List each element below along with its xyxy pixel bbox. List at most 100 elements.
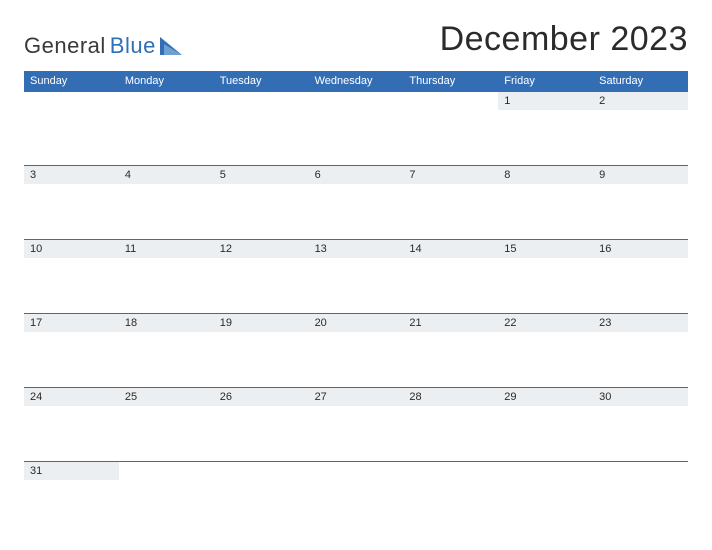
day-cell: 30 <box>593 388 688 461</box>
day-cell: 13 <box>309 240 404 313</box>
week-row: 17181920212223 <box>24 313 688 387</box>
day-cell: 23 <box>593 314 688 387</box>
day-number: 5 <box>214 166 309 184</box>
day-number: 19 <box>214 314 309 332</box>
day-cell: 6 <box>309 166 404 239</box>
day-cell: 7 <box>403 166 498 239</box>
day-number <box>498 462 593 480</box>
day-number <box>24 92 119 110</box>
week-row: 31 <box>24 461 688 535</box>
day-cell: 18 <box>119 314 214 387</box>
day-number <box>214 462 309 480</box>
day-number: 21 <box>403 314 498 332</box>
day-number: 6 <box>309 166 404 184</box>
day-number: 16 <box>593 240 688 258</box>
day-number: 29 <box>498 388 593 406</box>
day-number: 11 <box>119 240 214 258</box>
header: GeneralBlue December 2023 <box>24 20 688 59</box>
day-number: 3 <box>24 166 119 184</box>
day-number: 7 <box>403 166 498 184</box>
day-cell: 21 <box>403 314 498 387</box>
day-number: 20 <box>309 314 404 332</box>
day-number: 27 <box>309 388 404 406</box>
logo-triangle-icon <box>160 37 182 55</box>
day-number: 18 <box>119 314 214 332</box>
day-number: 23 <box>593 314 688 332</box>
week-row: 12 <box>24 91 688 165</box>
day-cell <box>403 92 498 165</box>
day-number: 25 <box>119 388 214 406</box>
day-cell: 29 <box>498 388 593 461</box>
day-cell: 28 <box>403 388 498 461</box>
day-header: Saturday <box>593 71 688 91</box>
day-cell: 5 <box>214 166 309 239</box>
day-number <box>403 92 498 110</box>
day-cell: 14 <box>403 240 498 313</box>
day-number: 28 <box>403 388 498 406</box>
day-cell: 22 <box>498 314 593 387</box>
calendar: Sunday Monday Tuesday Wednesday Thursday… <box>24 71 688 535</box>
day-cell <box>214 92 309 165</box>
day-number: 8 <box>498 166 593 184</box>
day-cell: 8 <box>498 166 593 239</box>
day-number: 31 <box>24 462 119 480</box>
day-cell: 19 <box>214 314 309 387</box>
day-header: Sunday <box>24 71 119 91</box>
day-number: 30 <box>593 388 688 406</box>
day-cell <box>119 462 214 535</box>
brand-logo: GeneralBlue <box>24 33 182 59</box>
day-cell: 11 <box>119 240 214 313</box>
brand-part2: Blue <box>110 33 156 59</box>
weeks-grid: 1234567891011121314151617181920212223242… <box>24 91 688 535</box>
day-cell: 3 <box>24 166 119 239</box>
day-cell: 9 <box>593 166 688 239</box>
day-number: 17 <box>24 314 119 332</box>
day-number: 26 <box>214 388 309 406</box>
day-number: 22 <box>498 314 593 332</box>
day-number <box>403 462 498 480</box>
day-cell <box>309 92 404 165</box>
day-number: 24 <box>24 388 119 406</box>
day-cell <box>309 462 404 535</box>
day-number: 1 <box>498 92 593 110</box>
day-number <box>214 92 309 110</box>
day-cell <box>593 462 688 535</box>
day-cell <box>214 462 309 535</box>
day-header: Tuesday <box>214 71 309 91</box>
day-header: Thursday <box>403 71 498 91</box>
day-cell: 20 <box>309 314 404 387</box>
day-header: Wednesday <box>309 71 404 91</box>
day-number: 13 <box>309 240 404 258</box>
day-number: 12 <box>214 240 309 258</box>
week-row: 3456789 <box>24 165 688 239</box>
day-cell: 27 <box>309 388 404 461</box>
day-header: Monday <box>119 71 214 91</box>
day-cell: 12 <box>214 240 309 313</box>
day-header: Friday <box>498 71 593 91</box>
day-cell: 25 <box>119 388 214 461</box>
day-cell: 15 <box>498 240 593 313</box>
day-number <box>309 92 404 110</box>
day-cell: 17 <box>24 314 119 387</box>
day-header-row: Sunday Monday Tuesday Wednesday Thursday… <box>24 71 688 91</box>
day-number: 15 <box>498 240 593 258</box>
page-title: December 2023 <box>440 20 688 59</box>
day-number: 9 <box>593 166 688 184</box>
day-number: 4 <box>119 166 214 184</box>
day-cell: 26 <box>214 388 309 461</box>
day-cell <box>24 92 119 165</box>
day-cell: 4 <box>119 166 214 239</box>
day-cell: 31 <box>24 462 119 535</box>
day-number: 14 <box>403 240 498 258</box>
day-cell: 10 <box>24 240 119 313</box>
week-row: 10111213141516 <box>24 239 688 313</box>
day-cell <box>119 92 214 165</box>
day-cell: 2 <box>593 92 688 165</box>
day-cell: 16 <box>593 240 688 313</box>
day-cell: 24 <box>24 388 119 461</box>
day-number: 2 <box>593 92 688 110</box>
day-number <box>309 462 404 480</box>
day-number <box>593 462 688 480</box>
brand-part1: General <box>24 33 106 59</box>
day-cell <box>498 462 593 535</box>
